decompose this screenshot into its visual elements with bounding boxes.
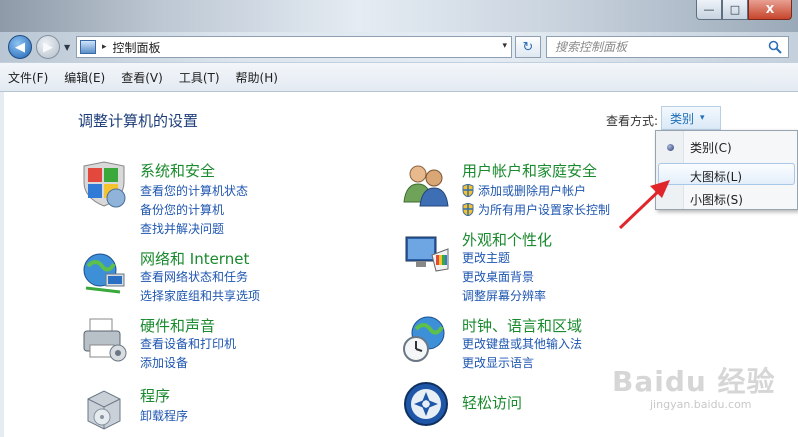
back-button[interactable]: ◀ (8, 35, 32, 59)
minimize-button[interactable]: — (696, 0, 722, 20)
clock-globe-icon (403, 316, 445, 362)
printer-icon (83, 318, 127, 362)
category-title[interactable]: 用户帐户和家庭安全 (462, 160, 597, 181)
refresh-button[interactable]: ↻ (515, 36, 541, 58)
programs-box-icon (87, 390, 121, 430)
link-change-theme[interactable]: 更改主题 (462, 249, 510, 266)
category-title[interactable]: 网络和 Internet (140, 248, 249, 269)
link-view-network-status[interactable]: 查看网络状态和任务 (140, 268, 248, 285)
breadcrumb-separator-icon[interactable]: ▸ (102, 42, 107, 52)
uac-shield-icon (462, 184, 474, 197)
link-uninstall-program[interactable]: 卸载程序 (140, 407, 188, 424)
link-label: 添加或删除用户帐户 (478, 184, 587, 198)
link-backup-computer[interactable]: 备份您的计算机 (140, 201, 224, 218)
control-panel-icon (80, 40, 96, 54)
menu-option-small-icons[interactable]: 小图标(S) (690, 191, 743, 208)
search-box[interactable] (546, 36, 789, 58)
security-shield-icon (83, 161, 126, 208)
page-title: 调整计算机的设置 (78, 112, 199, 130)
link-screen-resolution[interactable]: 调整屏幕分辨率 (462, 287, 546, 304)
appearance-monitor-icon (405, 236, 449, 272)
maximize-button[interactable]: □ (722, 0, 748, 20)
category-title[interactable]: 硬件和声音 (140, 315, 215, 336)
menu-view[interactable]: 查看(V) (121, 69, 163, 86)
link-troubleshoot[interactable]: 查找并解决问题 (140, 220, 224, 237)
selected-radio-icon (667, 144, 674, 151)
link-parental-controls[interactable]: 为所有用户设置家长控制 (462, 201, 610, 218)
menu-bar: 文件(F) 编辑(E) 查看(V) 工具(T) 帮助(H) (0, 62, 798, 92)
link-change-display-language[interactable]: 更改显示语言 (462, 354, 534, 371)
ease-of-access-icon (404, 382, 448, 426)
watermark-url: jingyan.baidu.com (650, 398, 752, 411)
chevron-down-icon: ▾ (700, 113, 705, 123)
breadcrumb-control-panel[interactable]: 控制面板 (113, 39, 161, 56)
category-title[interactable]: 时钟、语言和区域 (462, 315, 582, 336)
view-by-label: 查看方式: (606, 114, 659, 128)
category-title[interactable]: 系统和安全 (140, 160, 215, 181)
menu-edit[interactable]: 编辑(E) (64, 69, 105, 86)
view-by-value: 类别 (670, 111, 695, 126)
link-devices-printers[interactable]: 查看设备和打印机 (140, 335, 236, 352)
address-bar[interactable]: ▸ 控制面板 ▾ (76, 36, 512, 58)
menu-option-large-icons[interactable]: 大图标(L) (690, 168, 742, 185)
menu-file[interactable]: 文件(F) (8, 69, 48, 86)
network-globe-icon (83, 253, 125, 294)
link-label: 为所有用户设置家长控制 (478, 203, 611, 217)
link-change-background[interactable]: 更改桌面背景 (462, 268, 534, 285)
view-by-dropdown[interactable]: 类别 ▾ (661, 106, 721, 130)
navigation-bar: ◀ ▶ ▼ ▸ 控制面板 ▾ ↻ (0, 32, 798, 62)
view-by-menu: 类别(C) 大图标(L) 小图标(S) (655, 130, 798, 210)
recent-pages-dropdown-icon[interactable]: ▼ (64, 43, 70, 52)
search-input[interactable] (555, 40, 755, 54)
uac-shield-icon (462, 203, 474, 216)
caption-buttons: — □ X (696, 0, 792, 22)
link-change-keyboard[interactable]: 更改键盘或其他输入法 (462, 335, 582, 352)
menu-tools[interactable]: 工具(T) (179, 69, 220, 86)
users-icon (403, 165, 449, 207)
menu-help[interactable]: 帮助(H) (236, 69, 278, 86)
link-add-device[interactable]: 添加设备 (140, 354, 188, 371)
link-homegroup-sharing[interactable]: 选择家庭组和共享选项 (140, 287, 260, 304)
link-add-remove-users[interactable]: 添加或删除用户帐户 (462, 182, 586, 199)
forward-button[interactable]: ▶ (36, 35, 60, 59)
window-titlebar: — □ X (0, 0, 798, 32)
close-button[interactable]: X (748, 0, 792, 20)
category-title[interactable]: 程序 (140, 385, 170, 406)
search-icon[interactable] (768, 40, 782, 54)
address-dropdown-icon[interactable]: ▾ (502, 41, 507, 51)
baidu-watermark-logo: Baidu 经验 (612, 365, 776, 398)
category-title[interactable]: 轻松访问 (462, 392, 522, 413)
category-title[interactable]: 外观和个性化 (462, 229, 552, 250)
menu-option-category[interactable]: 类别(C) (690, 139, 732, 156)
link-view-computer-status[interactable]: 查看您的计算机状态 (140, 182, 248, 199)
